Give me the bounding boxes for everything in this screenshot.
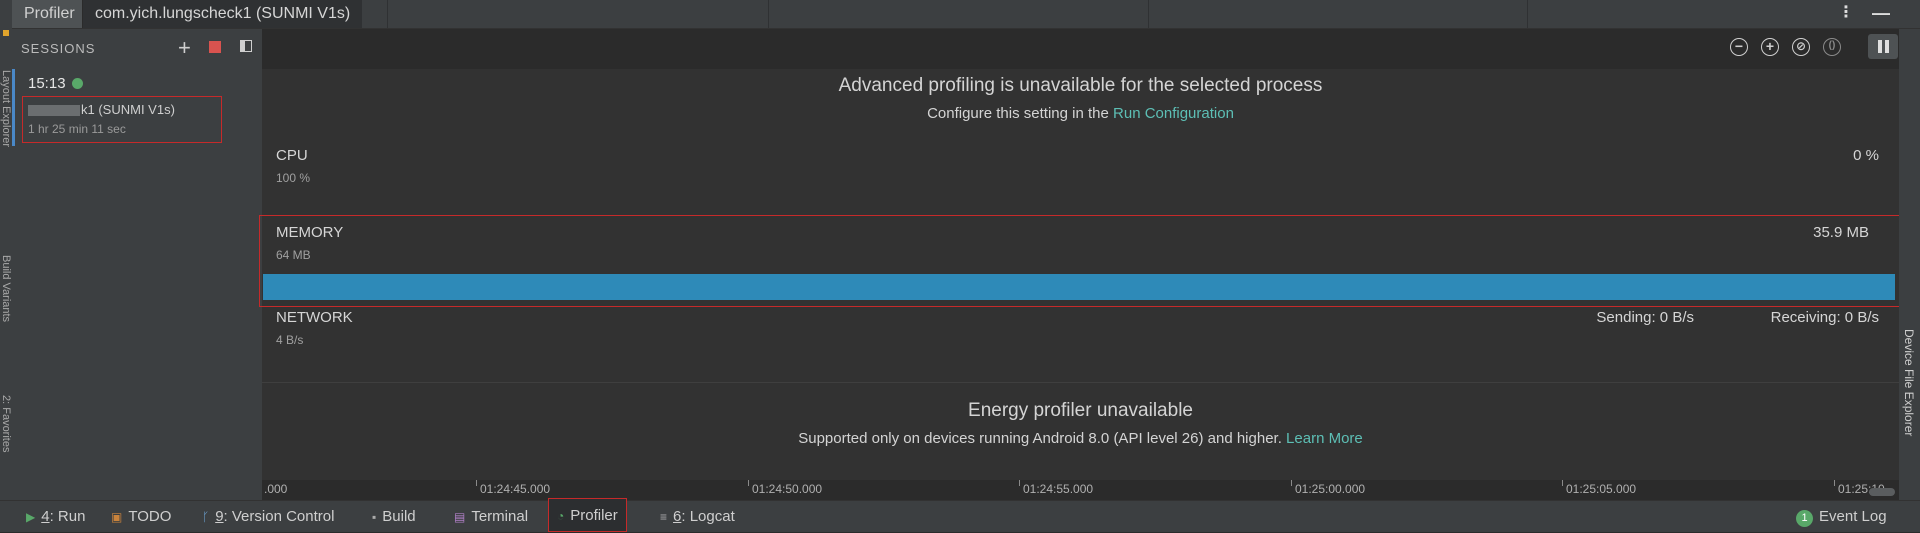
todo-icon: ▣ [111, 510, 123, 524]
session-time[interactable]: 15:13 [28, 75, 66, 92]
timeline-toolbar: − + ⊘ () [262, 29, 1920, 69]
redacted-text [28, 105, 80, 117]
logcat-icon: ≡ [660, 510, 668, 524]
stop-session-button[interactable] [209, 41, 221, 53]
logcat-tab[interactable]: ≡ 6: Logcat [660, 501, 735, 532]
network-receiving: Receiving: 0 B/s [1770, 309, 1879, 326]
device-file-explorer-tab[interactable]: Device File Explorer [1902, 329, 1916, 436]
reset-zoom-icon[interactable]: ⊘ [1792, 38, 1810, 56]
advanced-profiling-subtitle: Configure this setting in the Run Config… [927, 105, 1234, 122]
more-options-icon[interactable]: ⋮ [1838, 0, 1854, 28]
zoom-out-icon[interactable]: − [1730, 38, 1748, 56]
profiler-tab-bar: Profiler com.yich.lungscheck1 (SUNMI V1s… [12, 0, 1920, 29]
tick-mark [1019, 480, 1020, 486]
session-item[interactable]: k1 (SUNMI V1s) 1 hr 25 min 11 sec [22, 96, 222, 143]
advanced-profiling-title: Advanced profiling is unavailable for th… [838, 75, 1323, 96]
run-icon: ▶ [26, 510, 36, 524]
section-divider [262, 382, 1899, 383]
profiler-main: Advanced profiling is unavailable for th… [259, 69, 1902, 480]
layout-explorer-tab[interactable]: Layout Explorer [0, 70, 12, 147]
tab-divider [387, 0, 388, 28]
energy-title: Energy profiler unavailable [968, 400, 1193, 421]
cpu-label: CPU [276, 147, 308, 164]
strip-marker-icon [3, 30, 9, 36]
timeline-scrollbar[interactable] [1869, 488, 1895, 496]
zoom-in-icon[interactable]: + [1761, 38, 1779, 56]
tick-mark [1291, 480, 1292, 486]
network-scale: 4 B/s [276, 333, 304, 347]
collapse-panel-icon[interactable] [240, 40, 252, 52]
cpu-value: 0 % [1853, 147, 1879, 164]
time-tick: 01:24:45.000 [480, 482, 551, 496]
branch-icon: ᚴ [202, 510, 210, 524]
profiler-gauge-icon: ◔ [557, 509, 565, 523]
time-tick: 01:24:50.000 [752, 482, 823, 496]
session-name: k1 (SUNMI V1s) [28, 102, 175, 117]
terminal-tab[interactable]: ▤ Terminal [454, 501, 528, 532]
event-count-badge: 1 [1796, 510, 1813, 527]
tab-divider [768, 0, 769, 28]
todo-tab[interactable]: ▣ TODO [111, 501, 171, 532]
tick-mark [1562, 480, 1563, 486]
build-icon: ▪ [372, 510, 377, 524]
network-label: NETWORK [276, 309, 353, 326]
energy-subtitle: Supported only on devices running Androi… [798, 430, 1363, 447]
session-duration: 1 hr 25 min 11 sec [28, 122, 126, 136]
build-variants-tab[interactable]: Build Variants [0, 255, 12, 322]
tick-mark [1834, 480, 1835, 486]
event-log-tab[interactable]: 1 Event Log [1796, 501, 1887, 532]
run-configuration-link[interactable]: Run Configuration [1113, 105, 1234, 122]
tick-mark [748, 480, 749, 486]
time-tick: 01:25:05.000 [1566, 482, 1637, 496]
profiler-tab[interactable]: ◔ Profiler [548, 498, 627, 532]
add-session-button[interactable]: + [178, 35, 191, 61]
tick-mark [476, 480, 477, 486]
network-sending: Sending: 0 B/s [1596, 309, 1694, 326]
session-live-indicator [72, 78, 83, 89]
tab-divider [1527, 0, 1528, 28]
session-selection-indicator [12, 69, 15, 146]
minimize-icon[interactable]: — [1872, 0, 1890, 28]
favorites-tab[interactable]: 2: Favorites [0, 395, 12, 452]
memory-scale: 64 MB [276, 248, 311, 262]
cpu-scale: 100 % [276, 171, 311, 185]
build-tab[interactable]: ▪ Build [372, 501, 416, 532]
tab-profiler[interactable]: Profiler [12, 0, 87, 28]
right-tool-strip: Device File Explorer [1899, 29, 1920, 500]
memory-label: MEMORY [276, 224, 344, 241]
memory-usage-bar [263, 274, 1895, 300]
attach-live-icon[interactable]: () [1823, 38, 1841, 56]
sessions-panel: SESSIONS + 15:13 k1 (SUNMI V1s) 1 hr 25 … [12, 29, 262, 500]
time-tick: 01:24:55.000 [1023, 482, 1094, 496]
pause-button[interactable] [1868, 34, 1898, 59]
terminal-icon: ▤ [454, 510, 466, 524]
run-tab[interactable]: ▶ 4: Run [26, 501, 85, 532]
bottom-tool-bar: ▶ 4: Run ▣ TODO ᚴ 9: Version Control ▪ Build… [0, 498, 1920, 532]
tab-process[interactable]: com.yich.lungscheck1 (SUNMI V1s) [82, 0, 363, 28]
time-axis[interactable]: .000 01:24:45.000 01:24:50.000 01:24:55.… [262, 480, 1899, 500]
learn-more-link[interactable]: Learn More [1286, 430, 1363, 447]
tab-divider [1148, 0, 1149, 28]
time-tick: 01:25:00.000 [1295, 482, 1366, 496]
sessions-title: SESSIONS [21, 41, 96, 56]
time-tick: .000 [264, 482, 288, 496]
version-control-tab[interactable]: ᚴ 9: Version Control [202, 501, 334, 532]
memory-value: 35.9 MB [1813, 224, 1869, 241]
